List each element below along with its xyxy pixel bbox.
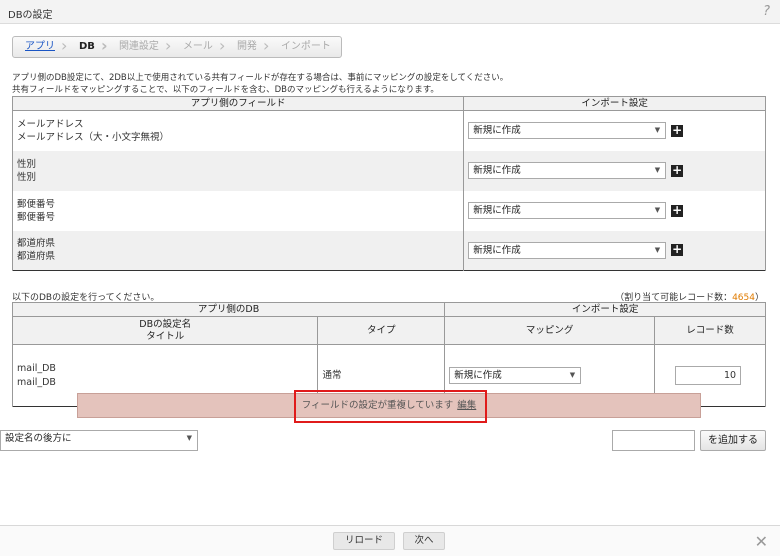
step-separator-icon: › (100, 36, 108, 55)
table-row: 郵便番号 郵便番号 新規に作成 ▼ + (11, 190, 766, 231)
import-mapping-select[interactable]: 新規に作成 ▼ (468, 202, 667, 219)
step-separator-icon: › (218, 36, 226, 55)
position-select[interactable]: 設定名の後方に ▼ (0, 430, 198, 451)
step-mail: メール › (182, 36, 226, 55)
column-header-mapping: マッピング (444, 316, 656, 345)
column-header-record-count: レコード数 (654, 316, 766, 345)
table-row: 都道府県 都道府県 新規に作成 ▼ + (11, 230, 766, 271)
field-label: メールアドレス メールアドレス（大・小文字無視） (11, 110, 465, 151)
wizard-steps: アプリ › DB › 関連設定 › メール › 開発 › インポート (12, 36, 342, 58)
db-mapping-select[interactable]: 新規に作成 ▼ (449, 367, 582, 384)
column-header-type: タイプ (317, 316, 446, 345)
field-label: 都道府県 都道府県 (11, 230, 465, 271)
dialog-footer: リロード 次へ ✕ (0, 525, 780, 556)
column-header-import-settings: インポート設定 (463, 96, 766, 111)
help-icon[interactable]: ? (763, 4, 770, 19)
dialog-titlebar: DBの設定 ? (0, 0, 780, 24)
field-label: 郵便番号 郵便番号 (11, 190, 465, 231)
step-separator-icon: › (61, 36, 68, 55)
chevron-down-icon: ▼ (654, 206, 661, 214)
column-header-app-field: アプリ側のフィールド (11, 96, 465, 111)
chevron-down-icon: ▼ (654, 126, 661, 135)
table-row: 性別 性別 新規に作成 ▼ + (11, 150, 766, 191)
chevron-down-icon: ▼ (186, 434, 192, 442)
add-button[interactable]: を追加する (700, 430, 766, 451)
step-separator-icon: › (164, 36, 172, 55)
column-header-import-settings: インポート設定 (444, 302, 766, 317)
step-import: インポート (280, 41, 331, 52)
new-db-name-input[interactable] (612, 430, 695, 451)
add-icon[interactable]: + (671, 124, 684, 137)
close-icon[interactable]: ✕ (755, 532, 768, 551)
import-mapping-select[interactable]: 新規に作成 ▼ (468, 241, 667, 259)
import-mapping-select[interactable]: 新規に作成 ▼ (468, 162, 667, 179)
add-icon[interactable]: + (671, 243, 684, 257)
step-app[interactable]: アプリ › (13, 37, 67, 57)
chevron-down-icon: ▼ (654, 245, 661, 254)
description-line-1: アプリ側のDB設定にて、2DB以上で使用されている共有フィールドが存在する場合は… (12, 73, 509, 83)
step-separator-icon: › (262, 36, 270, 55)
field-label: 性別 性別 (11, 150, 465, 191)
add-icon[interactable]: + (671, 164, 684, 177)
step-db: DB › (79, 36, 108, 55)
add-icon[interactable]: + (671, 204, 684, 217)
column-header-app-db: アプリ側のDB (11, 302, 446, 317)
dialog-title: DBの設定 (8, 10, 53, 21)
record-count-input[interactable]: 10 (675, 366, 742, 385)
reload-button[interactable]: リロード (333, 532, 395, 550)
step-development: 開発 › (236, 36, 270, 55)
field-mapping-table: アプリ側のフィールド インポート設定 メールアドレス メールアドレス（大・小文字無… (11, 96, 766, 271)
next-button[interactable]: 次へ (403, 532, 445, 550)
chevron-down-icon: ▼ (569, 371, 576, 379)
column-header-db-name: DBの設定名 タイトル (11, 316, 319, 345)
import-mapping-select[interactable]: 新規に作成 ▼ (468, 122, 667, 140)
description: アプリ側のDB設定にて、2DB以上で使用されている共有フィールドが存在する場合は… (12, 72, 508, 96)
description-line-2: 共有フィールドをマッピングすることで、以下のフィールドを含む、DBのマッピングも… (12, 85, 439, 95)
error-highlight-frame (294, 390, 487, 423)
table-row: メールアドレス メールアドレス（大・小文字無視） 新規に作成 ▼ + (11, 110, 766, 151)
step-related-settings: 関連設定 › (118, 36, 172, 55)
chevron-down-icon: ▼ (654, 166, 661, 174)
